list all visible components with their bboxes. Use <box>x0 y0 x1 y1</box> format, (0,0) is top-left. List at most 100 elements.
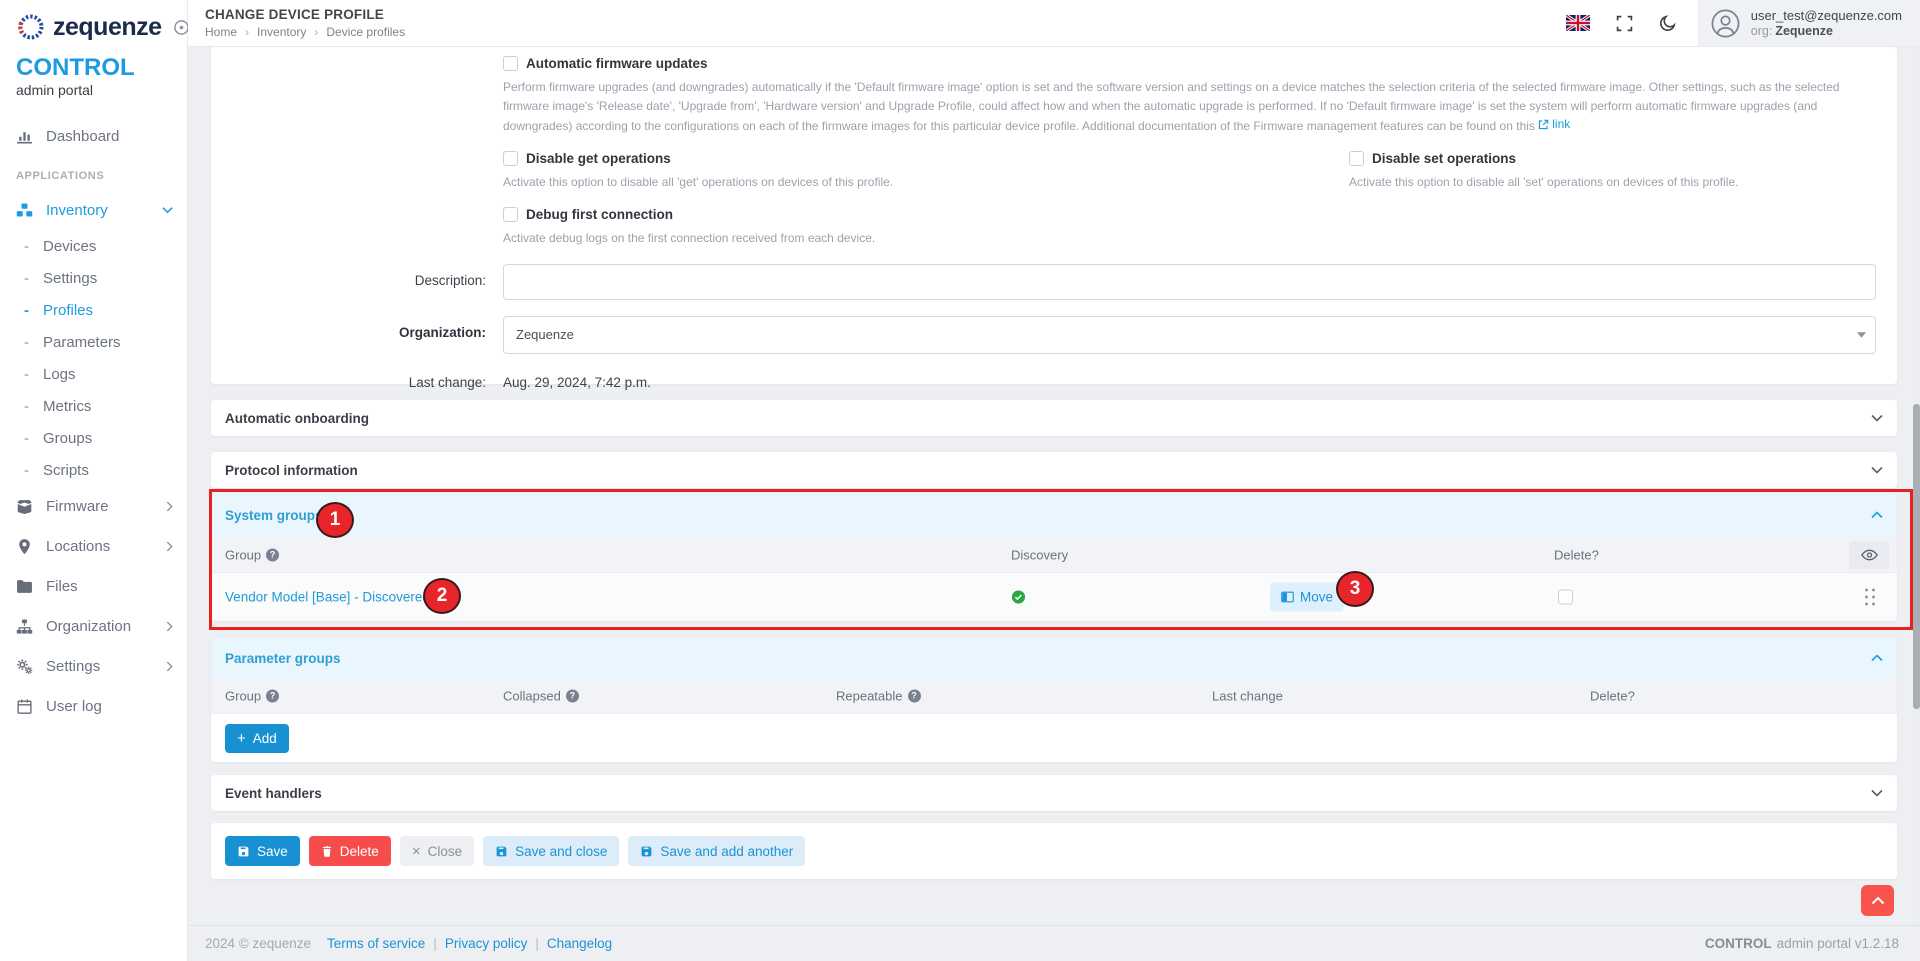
column-label: Group <box>225 547 261 562</box>
sidebar-item-dashboard[interactable]: Dashboard <box>16 116 173 156</box>
chevron-up-icon <box>1871 654 1883 662</box>
language-flag-icon[interactable] <box>1553 0 1603 46</box>
breadcrumb-device-profiles[interactable]: Device profiles <box>326 25 405 39</box>
breadcrumb-home[interactable]: Home <box>205 25 237 39</box>
sidebar-item-locations[interactable]: Locations <box>16 526 173 566</box>
description-row: Description: <box>211 264 1897 305</box>
sidebar-item-groups[interactable]: -Groups <box>16 422 173 454</box>
delete-checkbox[interactable] <box>1558 590 1573 605</box>
zequenze-logo-icon <box>16 12 46 42</box>
sidebar-item-parameters[interactable]: -Parameters <box>16 326 173 358</box>
debug-label[interactable]: Debug first connection <box>526 207 673 222</box>
sidebar-item-inventory[interactable]: Inventory <box>16 190 173 230</box>
organization-row: Organization: Zequenze <box>211 316 1897 354</box>
footer-left: 2024 © zequenze Terms of service | Priva… <box>205 936 612 951</box>
topbar-right: user_test@zequenze.com org:Zequenze <box>1553 0 1920 46</box>
map-marker-icon <box>16 538 34 555</box>
help-icon[interactable]: ? <box>266 689 279 702</box>
form-actions-card: Save Delete × Close Save and close Save … <box>211 823 1897 879</box>
sidebar-item-scripts[interactable]: -Scripts <box>16 454 173 486</box>
chevron-right-icon <box>166 501 173 512</box>
move-button[interactable]: Move <box>1270 583 1344 612</box>
drag-handle[interactable] <box>1865 589 1875 606</box>
footer-version: CONTROLadmin portal v1.2.18 <box>1705 936 1899 951</box>
sidebar-item-settings-inventory[interactable]: -Settings <box>16 262 173 294</box>
save-and-add-another-button[interactable]: Save and add another <box>628 836 805 866</box>
external-link-icon <box>1538 119 1549 130</box>
disable-set-checkbox[interactable] <box>1349 151 1364 166</box>
parameter-groups-body: + Add <box>211 714 1897 762</box>
column-header-repeatable: Repeatable? <box>836 688 921 703</box>
firmware-docs-link[interactable]: link <box>1538 115 1570 134</box>
user-email: user_test@zequenze.com <box>1751 8 1902 23</box>
footer-link-privacy[interactable]: Privacy policy <box>445 936 528 951</box>
auto-firmware-help: Perform firmware upgrades (and downgrade… <box>503 78 1873 136</box>
folder-icon <box>16 578 34 595</box>
sidebar-item-metrics[interactable]: -Metrics <box>16 390 173 422</box>
sidebar-item-files[interactable]: Files <box>16 566 173 606</box>
sidebar-toggle-icon[interactable] <box>173 19 190 36</box>
footer: 2024 © zequenze Terms of service | Priva… <box>188 925 1920 961</box>
section-parameter-groups: Parameter groups Group? Collapsed? Repea… <box>211 638 1897 762</box>
organization-select[interactable]: Zequenze <box>503 316 1876 354</box>
disable-set-label[interactable]: Disable set operations <box>1372 151 1516 166</box>
sidebar-item-organization[interactable]: Organization <box>16 606 173 646</box>
disable-get-checkbox[interactable] <box>503 151 518 166</box>
description-input[interactable] <box>503 264 1876 300</box>
scroll-to-top-button[interactable] <box>1861 885 1894 916</box>
column-header-last-change: Last change <box>1212 688 1283 703</box>
sidebar-item-firmware[interactable]: Firmware <box>16 486 173 526</box>
product-subtitle: admin portal <box>16 82 173 98</box>
debug-first-connection-checkbox[interactable] <box>503 207 518 222</box>
sidebar: zequenze CONTROL admin portal Dashboard … <box>0 0 188 961</box>
sidebar-item-logs[interactable]: -Logs <box>16 358 173 390</box>
fullscreen-icon[interactable] <box>1603 0 1646 46</box>
breadcrumb-separator: › <box>245 25 249 39</box>
auto-firmware-row: Automatic firmware updates <box>503 56 1897 71</box>
dash-bullet: - <box>24 462 29 479</box>
section-protocol-information[interactable]: Protocol information <box>211 452 1897 488</box>
parameter-groups-table-header: Group? Collapsed? Repeatable? Last chang… <box>211 678 1897 714</box>
section-automatic-onboarding[interactable]: Automatic onboarding <box>211 400 1897 436</box>
footer-link-changelog[interactable]: Changelog <box>547 936 612 951</box>
section-event-handlers[interactable]: Event handlers <box>211 775 1897 811</box>
add-button-label: Add <box>253 731 277 746</box>
dash-bullet: - <box>24 430 29 447</box>
help-icon[interactable]: ? <box>566 689 579 702</box>
help-icon[interactable]: ? <box>266 548 279 561</box>
sidebar-item-devices[interactable]: -Devices <box>16 230 173 262</box>
cubes-icon <box>16 202 34 219</box>
plus-icon: + <box>237 730 246 747</box>
auto-firmware-checkbox[interactable] <box>503 56 518 71</box>
add-parameter-group-button[interactable]: + Add <box>225 724 289 753</box>
last-change-label: Last change: <box>211 366 486 390</box>
footer-link-terms[interactable]: Terms of service <box>327 936 425 951</box>
sidebar-item-settings[interactable]: Settings <box>16 646 173 686</box>
user-menu[interactable]: user_test@zequenze.com org:Zequenze <box>1698 0 1920 46</box>
sidebar-item-profiles[interactable]: -Profiles <box>16 294 173 326</box>
sidebar-item-label: User log <box>46 698 102 715</box>
breadcrumb-inventory[interactable]: Inventory <box>257 25 306 39</box>
firmware-docs-link-label[interactable]: link <box>1552 115 1570 134</box>
group-link[interactable]: Vendor Model [Base] - Discovered <box>225 590 430 605</box>
help-icon[interactable]: ? <box>908 689 921 702</box>
save-button[interactable]: Save <box>225 836 300 866</box>
system-groups-header[interactable]: System groups <box>211 493 1897 537</box>
dark-mode-moon-icon[interactable] <box>1646 0 1690 46</box>
parameter-groups-header[interactable]: Parameter groups <box>211 638 1897 678</box>
description-control <box>503 264 1876 305</box>
delete-button-label: Delete <box>340 844 379 859</box>
chevron-up-icon <box>1871 896 1885 905</box>
debug-row: Debug first connection <box>503 207 1897 222</box>
delete-button[interactable]: Delete <box>309 836 391 866</box>
close-button[interactable]: × Close <box>400 836 474 866</box>
visibility-toggle-button[interactable] <box>1849 541 1889 569</box>
auto-firmware-label[interactable]: Automatic firmware updates <box>526 56 708 71</box>
last-change-control: Aug. 29, 2024, 7:42 p.m. <box>503 366 1876 390</box>
chevron-down-icon <box>1871 789 1883 797</box>
save-and-close-button[interactable]: Save and close <box>483 836 619 866</box>
chevron-down-icon <box>162 206 173 214</box>
disable-get-label[interactable]: Disable get operations <box>526 151 671 166</box>
sidebar-item-user-log[interactable]: User log <box>16 686 173 726</box>
scrollbar-thumb[interactable] <box>1913 404 1920 709</box>
